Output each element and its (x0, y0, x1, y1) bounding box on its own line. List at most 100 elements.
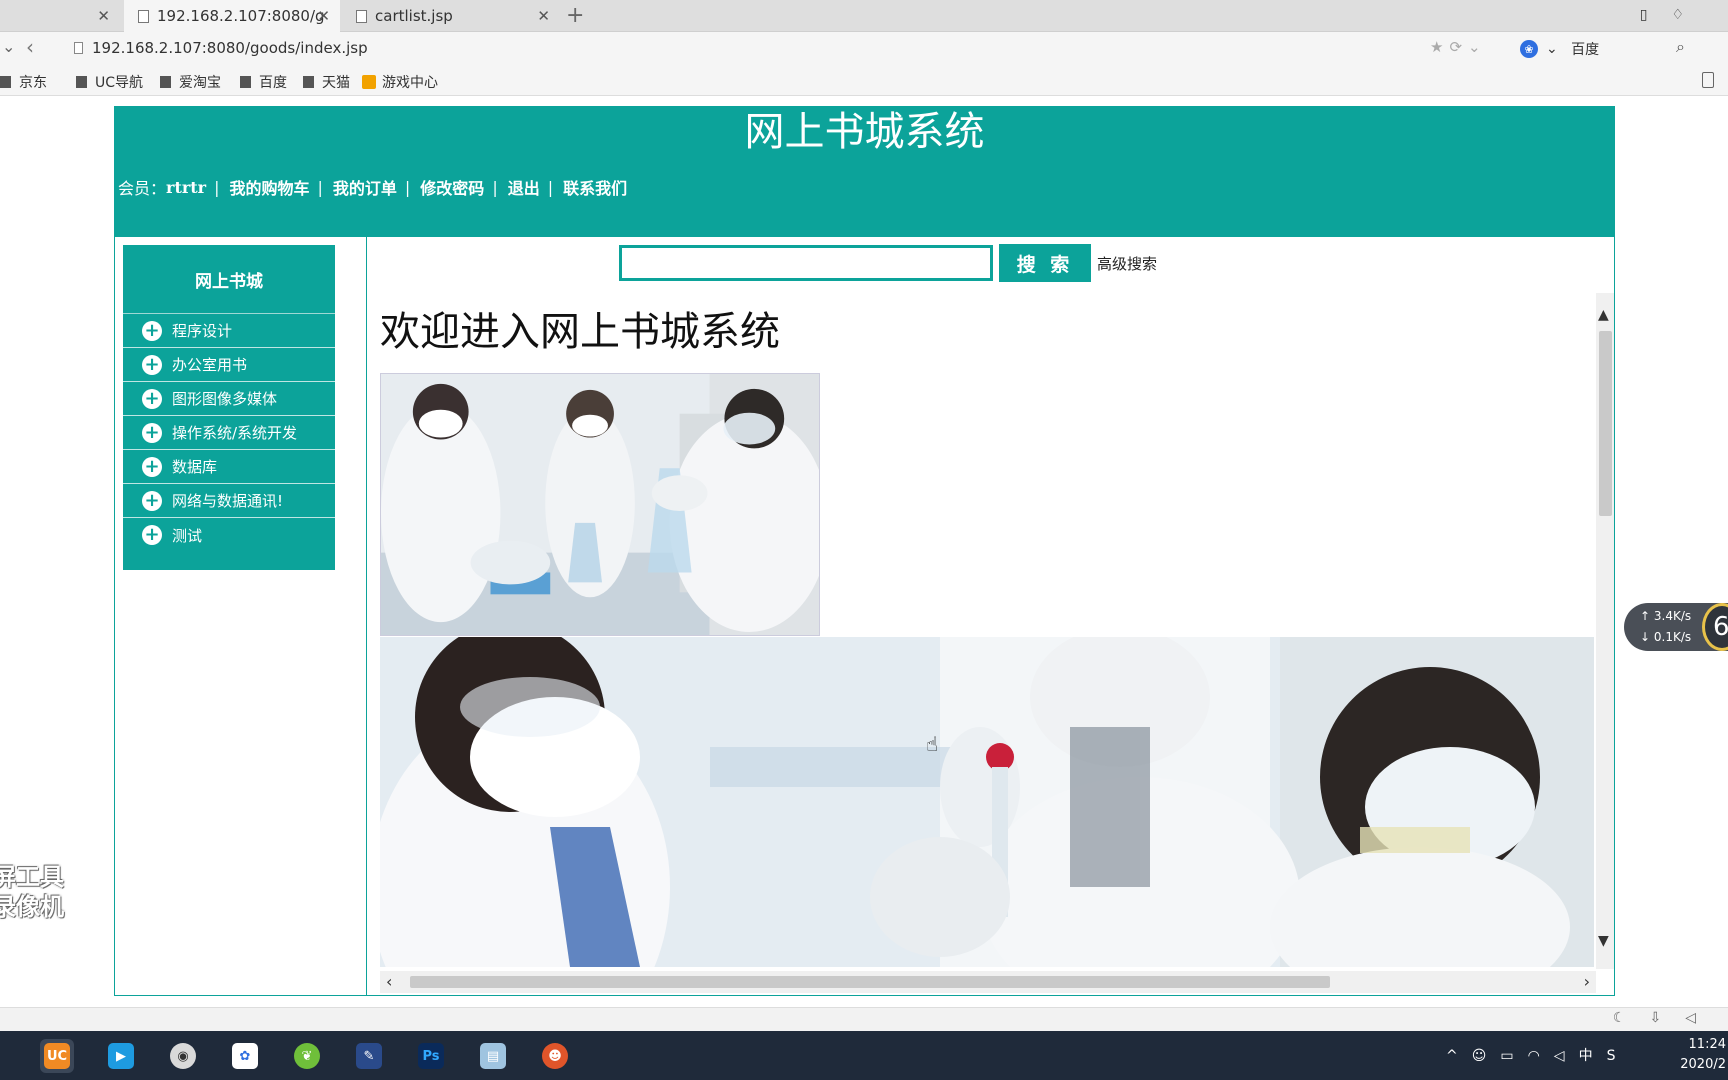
scroll-thumb[interactable] (1599, 331, 1612, 516)
close-icon[interactable]: ✕ (97, 7, 110, 25)
bookmark-uc[interactable]: UC导航 (76, 72, 143, 92)
tab-strip: ✕ 192.168.2.107:8080/g ✕ cartlist.jsp ✕ … (0, 0, 1728, 32)
tab-label: cartlist.jsp (375, 7, 453, 25)
game-icon (362, 75, 376, 89)
moon-icon[interactable]: ☾ (1613, 1010, 1650, 1026)
plus-icon: + (142, 422, 162, 443)
taskbar-media-player[interactable]: ▶ (104, 1039, 138, 1073)
chevron-left-icon[interactable]: ‹ (386, 972, 392, 991)
member-label: 会员： (118, 179, 167, 198)
taskbar-photoshop[interactable]: Ps (414, 1039, 448, 1073)
window-controls[interactable]: ▯♢ (1640, 7, 1708, 23)
new-tab-button[interactable]: + (566, 3, 584, 28)
bookstore-page: 网上书城系统 会员： rtrtr | 我的购物车 | 我的订单 | 修改密码 | 退出 |… (114, 106, 1615, 996)
network-speed-widget[interactable]: ↑ 3.4K/s ↓ 0.1K/s 6 (1624, 603, 1728, 651)
refresh-icon[interactable]: ⟳ (1449, 38, 1468, 56)
page-icon (356, 9, 367, 23)
speaker-icon[interactable]: ◁ (1685, 1010, 1720, 1026)
bookmark-games[interactable]: 游戏中心 (362, 72, 438, 92)
shirt-icon[interactable]: ♢ (1671, 7, 1708, 23)
taskbar-app-9[interactable]: ☻ (538, 1039, 572, 1073)
volume-icon[interactable]: ◁ (1554, 1048, 1579, 1064)
notepad-icon: ▤ (480, 1043, 506, 1069)
sogou-icon[interactable]: S (1607, 1048, 1630, 1064)
nav-contact[interactable]: 联系我们 (563, 175, 627, 199)
address-actions[interactable]: ★⟳⌄ (1430, 38, 1487, 56)
taskbar-clock[interactable]: 11:24 2020/2 (1680, 1035, 1726, 1075)
nav-change-password[interactable]: 修改密码 (420, 175, 484, 199)
tab-previous[interactable]: ✕ (0, 0, 120, 32)
chevron-down-icon[interactable]: ▼ (1598, 933, 1609, 949)
uc-browser-icon: UC (44, 1043, 70, 1069)
tab-label: 192.168.2.107:8080/g (157, 7, 325, 25)
qq-icon[interactable]: ☺ (1472, 1048, 1501, 1064)
nav-logout[interactable]: 退出 (508, 175, 540, 199)
browser-status-bar: ☾⇩◁ (0, 1007, 1728, 1031)
tab-cartlist[interactable]: cartlist.jsp ✕ (344, 0, 560, 32)
member-username: rtrtr (166, 177, 207, 197)
system-tray[interactable]: ^☺▭◠◁中S (1446, 1045, 1629, 1065)
taskbar-app-6[interactable]: ✎ (352, 1039, 386, 1073)
plus-icon: + (142, 490, 162, 511)
page-icon (138, 9, 149, 23)
search-icon[interactable]: ⌕ (1676, 37, 1685, 57)
bookmark-aitaobao[interactable]: 爱淘宝 (160, 72, 221, 92)
plus-icon: + (142, 525, 162, 545)
category-database[interactable]: + 数据库 (123, 450, 335, 484)
category-os[interactable]: + 操作系统/系统开发 (123, 416, 335, 450)
windows-taskbar: UC ▶ ◉ ✿ ❦ ✎ Ps ▤ ☻ ^☺▭◠◁中S 11:24 2020/2 (0, 1031, 1728, 1080)
category-network[interactable]: + 网络与数据通讯! (123, 484, 335, 518)
taskbar-app-4[interactable]: ✿ (228, 1039, 262, 1073)
welcome-heading: 欢迎进入网上书城系统 (380, 309, 780, 355)
nav-orders[interactable]: 我的订单 (333, 175, 397, 199)
star-icon[interactable]: ★ (1430, 38, 1449, 56)
bookmark-baidu[interactable]: 百度 (240, 72, 287, 92)
close-icon[interactable]: ✕ (537, 7, 550, 25)
chevron-up-icon[interactable]: ^ (1446, 1048, 1472, 1064)
download-icon[interactable]: ⇩ (1649, 1010, 1685, 1026)
chevron-down-icon[interactable]: ⌄ (1468, 38, 1487, 56)
taskbar-app-5[interactable]: ❦ (290, 1039, 324, 1073)
clock-date: 2020/2 (1680, 1057, 1726, 1072)
close-icon[interactable]: ✕ (317, 7, 330, 25)
phone-icon[interactable] (1702, 72, 1714, 88)
back-button[interactable]: ‹ (26, 35, 34, 59)
category-multimedia[interactable]: + 图形图像多媒体 (123, 382, 335, 416)
horizontal-scrollbar[interactable]: ‹ › (380, 971, 1596, 993)
plus-icon: + (142, 354, 162, 375)
bookmark-jd[interactable]: 京东 (0, 72, 47, 92)
speed-badge: 6 (1702, 603, 1728, 651)
bookmark-tmall[interactable]: 天猫 (303, 72, 350, 92)
taskbar-app-8[interactable]: ▤ (476, 1039, 510, 1073)
wifi-icon[interactable]: ◠ (1528, 1048, 1554, 1064)
chevron-down-icon[interactable]: ⌄ (2, 37, 15, 56)
chevron-up-icon[interactable]: ▲ (1598, 307, 1609, 323)
tile-icon[interactable]: ▯ (1640, 7, 1672, 23)
site-title: 网上书城系统 (744, 109, 985, 155)
leaf-icon: ❦ (294, 1043, 320, 1069)
category-programming[interactable]: + 程序设计 (123, 314, 335, 348)
search-input[interactable] (619, 245, 993, 281)
ime-indicator[interactable]: 中 (1579, 1048, 1607, 1064)
folder-icon (76, 76, 87, 88)
taskbar-uc-browser[interactable]: UC (40, 1039, 74, 1073)
vertical-scrollbar[interactable]: ▲ ▼ (1596, 293, 1614, 969)
baidu-paw-icon: ❀ (1520, 40, 1538, 58)
taskbar-app-3[interactable]: ◉ (166, 1039, 200, 1073)
category-office[interactable]: + 办公室用书 (123, 348, 335, 382)
scroll-thumb[interactable] (410, 976, 1330, 988)
url-field[interactable]: 192.168.2.107:8080/goods/index.jsp (92, 39, 368, 57)
play-icon: ▶ (108, 1043, 134, 1069)
search-button[interactable]: 搜 索 (999, 244, 1091, 282)
search-engine-selector[interactable]: ❀ ⌄ 百度 (1520, 39, 1599, 59)
advanced-search-link[interactable]: 高级搜索 (1097, 253, 1157, 274)
nav-cart[interactable]: 我的购物车 (229, 175, 309, 199)
clock-time: 11:24 (1688, 1037, 1726, 1052)
battery-icon[interactable]: ▭ (1500, 1048, 1527, 1064)
tab-index[interactable]: 192.168.2.107:8080/g ✕ (124, 0, 340, 32)
download-speed: ↓ 0.1K/s (1640, 630, 1692, 644)
chevron-right-icon[interactable]: › (1584, 972, 1590, 991)
category-test[interactable]: + 测试 (123, 518, 335, 552)
search-row: 搜 索 高级搜索 (619, 244, 1157, 282)
status-icons[interactable]: ☾⇩◁ (1613, 1010, 1720, 1026)
